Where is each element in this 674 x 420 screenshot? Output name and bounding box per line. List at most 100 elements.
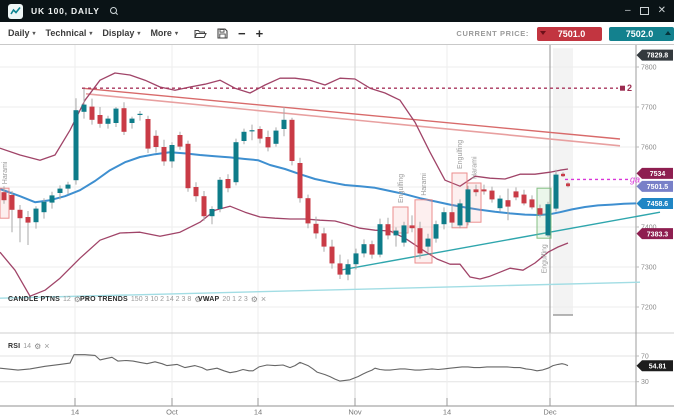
chevron-down-icon: ▾ xyxy=(137,30,140,37)
chart-text: 30 xyxy=(641,379,649,386)
x-axis-label: Nov xyxy=(348,408,362,417)
candle xyxy=(298,163,303,198)
candle xyxy=(258,129,263,139)
candle xyxy=(18,210,23,218)
arrow-up-icon xyxy=(665,31,671,35)
candle xyxy=(210,209,215,216)
candle xyxy=(458,203,463,225)
indicator-chip-vwap-params: 20 1 2 3 xyxy=(222,296,247,303)
menu-more[interactable]: More▾ xyxy=(150,28,178,38)
candle xyxy=(378,224,383,254)
indicator-chip-candle-ptns-name: CANDLE PTNS xyxy=(8,296,60,303)
candle xyxy=(138,114,143,115)
indicator-chip-vwap-name: VWAP xyxy=(198,296,219,303)
candle xyxy=(194,187,199,196)
candle xyxy=(242,132,247,141)
indicator-chip-rsi: RSI14⚙× xyxy=(8,341,50,351)
sell-price-button[interactable]: 7501.0 xyxy=(537,27,602,41)
candle xyxy=(354,253,359,264)
pattern-label: Engulfing xyxy=(457,140,464,169)
menu-daily[interactable]: Daily▾ xyxy=(8,28,36,38)
search-icon[interactable] xyxy=(110,7,118,15)
candle xyxy=(474,189,479,192)
bollinger-lower-band xyxy=(0,206,568,296)
candle xyxy=(346,264,351,274)
indicator-chip-pro-trends: PRO TRENDS150 3 10 2 14 2 3 8⚙× xyxy=(80,294,210,304)
x-axis-label: Dec xyxy=(543,408,557,417)
x-axis-label: Oct xyxy=(166,408,179,417)
candle xyxy=(450,212,455,222)
rsi-line xyxy=(0,355,568,381)
price-chart-svg[interactable]: 2gaHaramiEngulfingHaramiEngulfingHaramiE… xyxy=(0,45,674,420)
chart-text: 7800 xyxy=(641,65,657,72)
arrow-down-icon xyxy=(540,31,546,35)
price-tag-text: 54.81 xyxy=(649,363,667,370)
menu-technical[interactable]: Technical▾ xyxy=(46,28,93,38)
candle xyxy=(26,217,31,223)
candle xyxy=(338,263,343,274)
popout-icon[interactable] xyxy=(640,7,649,15)
candle xyxy=(10,195,15,210)
candle xyxy=(498,199,503,209)
candle xyxy=(386,224,391,235)
buy-price-button[interactable]: 7502.0 xyxy=(609,27,674,41)
pattern-label: Harami xyxy=(472,156,479,179)
open-folder-icon[interactable] xyxy=(194,28,207,39)
candle xyxy=(282,120,287,129)
close-icon[interactable]: × xyxy=(44,341,49,351)
gear-icon[interactable]: ⚙ xyxy=(251,295,258,304)
candle xyxy=(410,225,415,228)
trading-chart-window: UK 100, DAILY – ✕ Daily▾ Technical▾ Disp… xyxy=(0,0,674,420)
price-tag-text: 7829.8 xyxy=(647,53,669,60)
candle xyxy=(122,108,127,132)
candle xyxy=(514,191,519,197)
candle xyxy=(82,105,87,112)
chart-app-icon xyxy=(8,4,23,19)
x-axis-label: 14 xyxy=(254,408,262,417)
candle xyxy=(106,119,111,124)
chart-area[interactable]: 2gaHaramiEngulfingHaramiEngulfingHaramiE… xyxy=(0,45,674,420)
indicator-chip-rsi-params: 14 xyxy=(23,343,31,350)
close-icon[interactable]: ✕ xyxy=(658,6,666,16)
candle xyxy=(522,195,527,204)
gear-icon[interactable]: ⚙ xyxy=(34,342,41,351)
candle xyxy=(482,189,487,191)
chart-text: 7600 xyxy=(641,145,657,152)
close-icon[interactable]: × xyxy=(261,294,266,304)
candle xyxy=(130,119,135,123)
candle xyxy=(234,142,239,182)
chart-title: UK 100, DAILY xyxy=(31,6,100,16)
candle xyxy=(146,119,151,149)
save-icon[interactable] xyxy=(217,28,228,39)
chart-text: 70 xyxy=(641,354,649,361)
trendline xyxy=(82,88,620,139)
pattern-label: Engulfing xyxy=(398,174,405,203)
candle xyxy=(266,137,271,147)
candle xyxy=(394,231,399,236)
title-bar: UK 100, DAILY – ✕ xyxy=(0,0,674,22)
indicator-chip-rsi-name: RSI xyxy=(8,343,20,350)
candle xyxy=(2,192,7,200)
candle xyxy=(362,244,367,253)
candle xyxy=(170,145,175,161)
candle xyxy=(330,247,335,264)
zoom-in-button[interactable]: + xyxy=(256,27,264,40)
candle xyxy=(306,198,311,223)
candle xyxy=(186,144,191,188)
candle xyxy=(290,120,295,161)
candle xyxy=(538,208,543,214)
level-marker xyxy=(620,86,625,91)
minimize-icon[interactable]: – xyxy=(625,6,631,16)
chevron-down-icon: ▾ xyxy=(175,30,178,37)
candle xyxy=(98,115,103,124)
chart-toolbar: Daily▾ Technical▾ Display▾ More▾ − + CUR… xyxy=(0,22,674,45)
menu-display[interactable]: Display▾ xyxy=(102,28,140,38)
candle xyxy=(178,135,183,147)
chart-text: 7300 xyxy=(641,265,657,272)
pattern-label: Harami xyxy=(2,161,9,184)
trendline xyxy=(86,94,620,146)
chevron-down-icon: ▾ xyxy=(89,30,92,37)
indicator-chip-candle-ptns-params: 12 xyxy=(63,296,71,303)
zoom-out-button[interactable]: − xyxy=(238,27,246,40)
chart-text: 7700 xyxy=(641,105,657,112)
